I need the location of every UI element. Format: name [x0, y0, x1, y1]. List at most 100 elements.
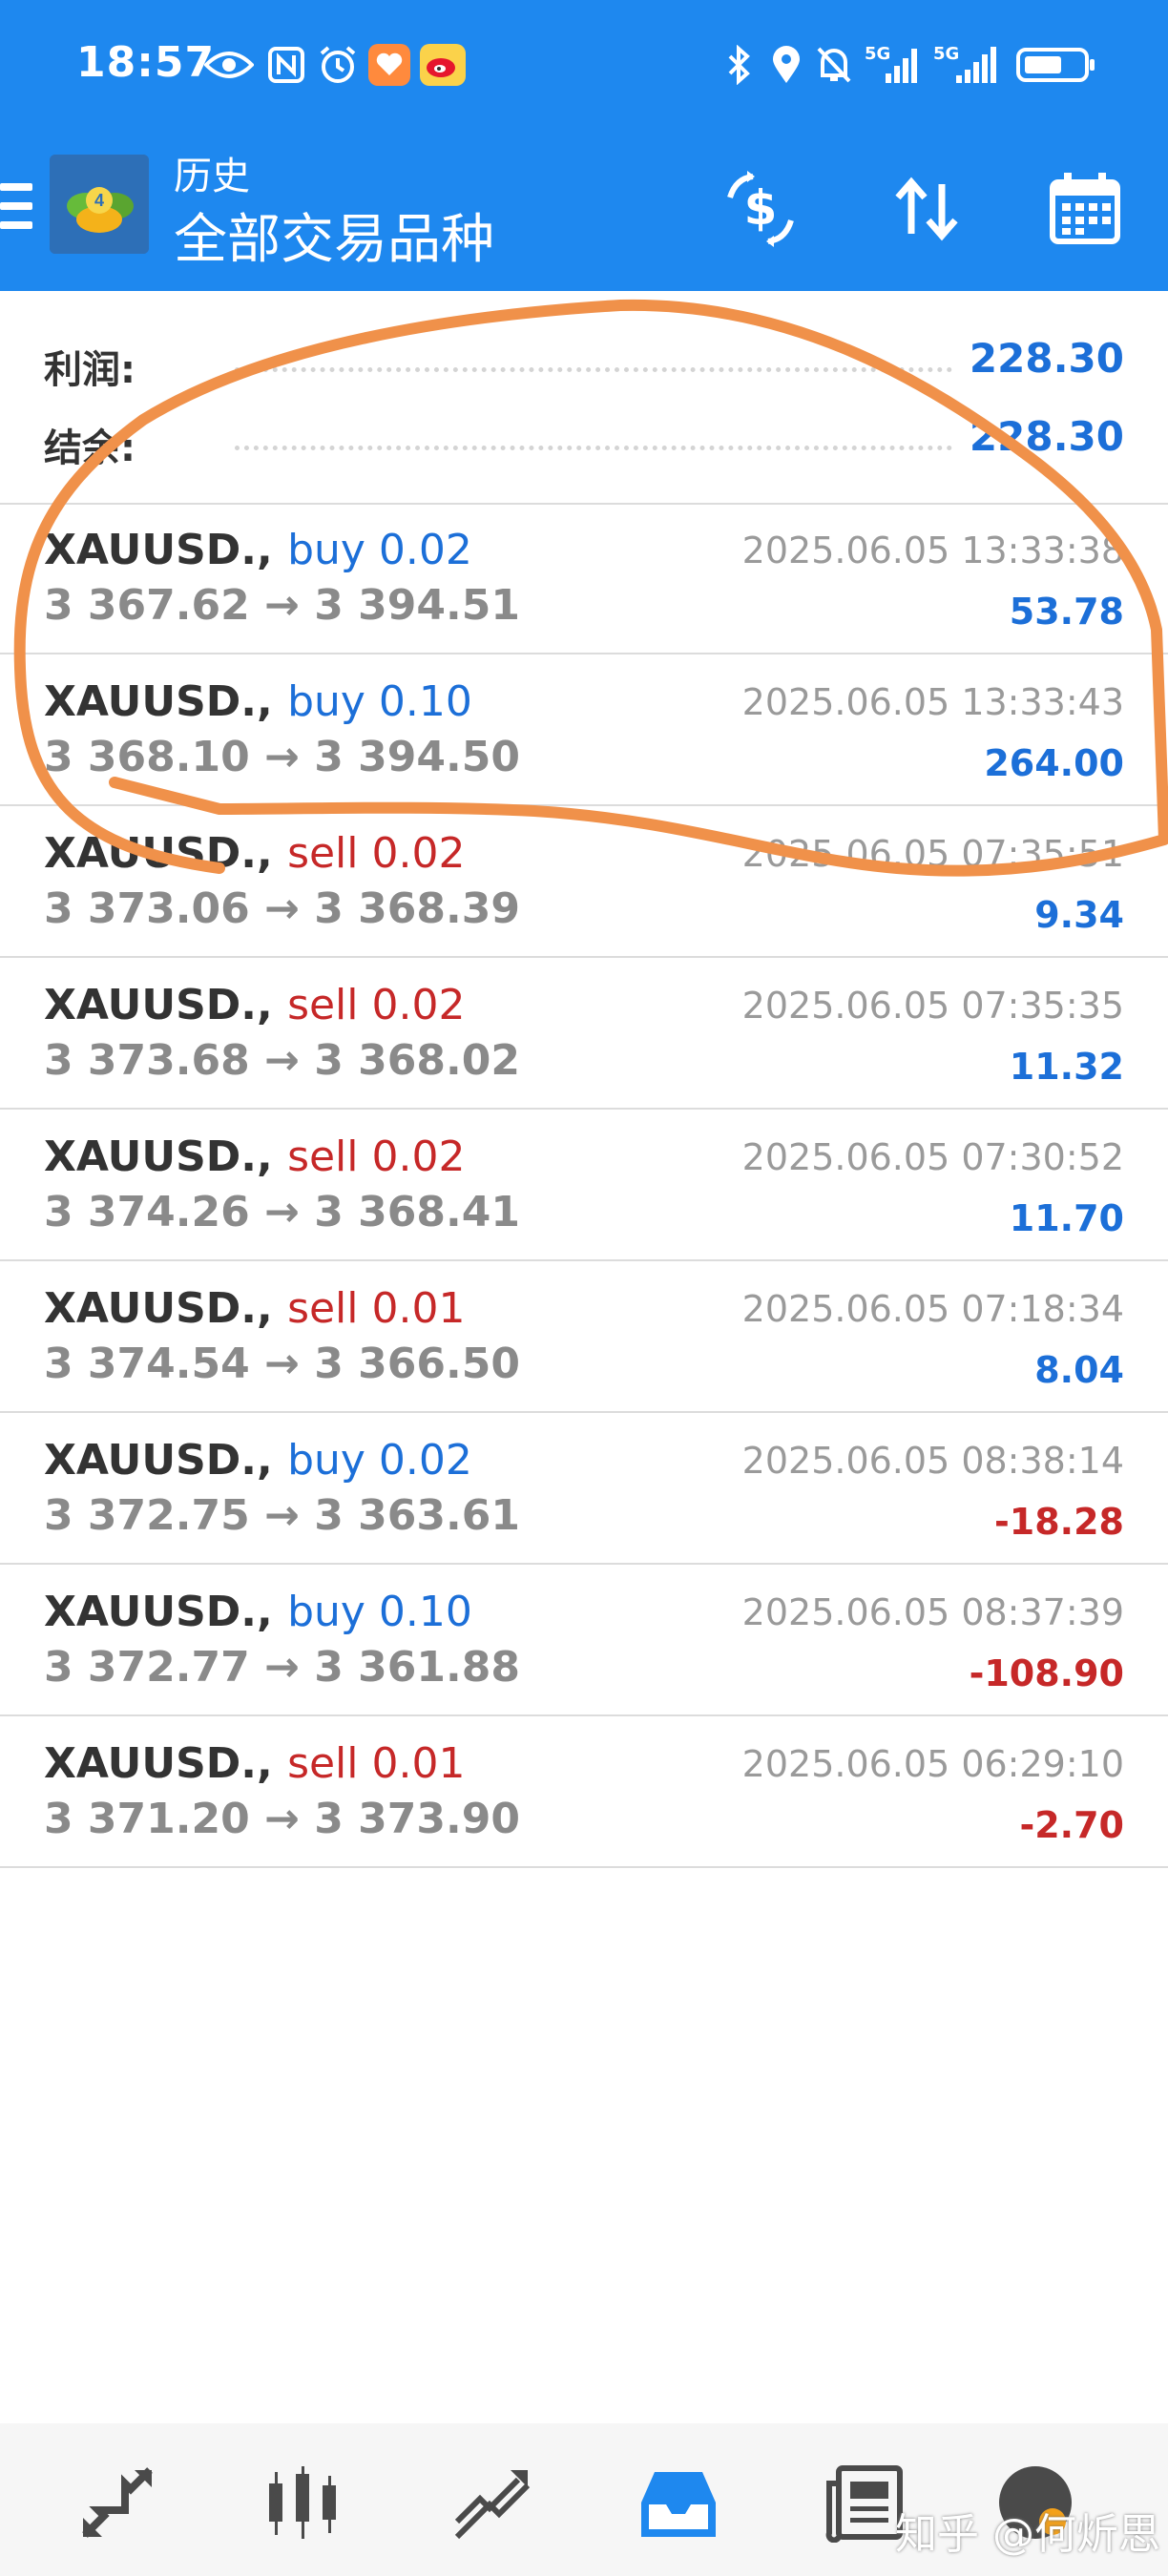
signal-label: 5G — [865, 44, 891, 64]
deal-direction: sell — [287, 981, 359, 1029]
deal-row[interactable]: XAUUSD., buy 0.02 3 367.62 → 3 394.51 2025… — [0, 503, 1168, 654]
profit-row: 利润: 228.30 — [44, 331, 1124, 398]
deal-profit: 8.04 — [1034, 1349, 1124, 1391]
deal-prices: 3 373.68 → 3 368.02 — [44, 1036, 520, 1085]
nfc-icon — [265, 44, 307, 86]
deal-profit: 264.00 — [984, 742, 1124, 784]
deal-direction: sell — [287, 1739, 359, 1788]
deal-symbol: XAUUSD., buy 0.02 — [44, 526, 472, 574]
deal-prices: 3 374.26 → 3 368.41 — [44, 1188, 520, 1236]
bluetooth-icon — [725, 44, 752, 86]
deal-type: buy 0.10 — [287, 677, 472, 726]
deal-volume: 0.01 — [371, 1739, 466, 1788]
deal-type: sell 0.02 — [287, 1132, 465, 1181]
history-summary: 利润: 228.30 结余: 228.30 — [0, 291, 1168, 505]
deal-time: 2025.06.05 13:33:43 — [741, 681, 1124, 723]
deal-profit: -18.28 — [994, 1501, 1124, 1543]
deal-direction: buy — [287, 526, 365, 574]
deal-direction: sell — [287, 1284, 359, 1333]
deal-type: sell 0.01 — [287, 1739, 465, 1788]
symbol-filter[interactable]: 全部交易品种 — [174, 197, 494, 274]
deal-row[interactable]: XAUUSD., sell 0.02 3 373.68 → 3 368.02 202… — [0, 958, 1168, 1110]
symbol-name: XAUUSD., — [44, 1588, 273, 1636]
deal-time: 2025.06.05 06:29:10 — [741, 1743, 1124, 1785]
deal-type: buy 0.02 — [287, 1436, 472, 1485]
deal-row[interactable]: XAUUSD., buy 0.10 3 372.77 → 3 361.88 2025… — [0, 1565, 1168, 1716]
deal-type: sell 0.02 — [287, 981, 465, 1029]
battery-icon — [1015, 44, 1097, 86]
profit-label: 利润: — [44, 348, 136, 392]
symbol-name: XAUUSD., — [44, 829, 273, 878]
deal-row[interactable]: XAUUSD., buy 0.10 3 368.10 → 3 394.50 2025… — [0, 654, 1168, 806]
toolbar-title: 历史 — [174, 155, 250, 198]
mute-icon — [815, 44, 853, 86]
deal-time: 2025.06.05 08:37:39 — [741, 1591, 1124, 1633]
signal-label: 5G — [933, 44, 960, 64]
deals-list: XAUUSD., buy 0.02 3 367.62 → 3 394.51 2025… — [0, 503, 1168, 1868]
deal-volume: 0.10 — [378, 1588, 472, 1636]
svg-text:$: $ — [744, 180, 778, 236]
deal-row[interactable]: XAUUSD., buy 0.02 3 372.75 → 3 363.61 2025… — [0, 1413, 1168, 1565]
symbol-name: XAUUSD., — [44, 677, 273, 726]
deal-prices: 3 372.77 → 3 361.88 — [44, 1643, 520, 1692]
deal-row[interactable]: XAUUSD., sell 0.01 3 374.54 → 3 366.50 202… — [0, 1261, 1168, 1413]
watermark: 知乎 @何炘思 — [895, 2510, 1160, 2559]
symbol-name: XAUUSD., — [44, 1739, 273, 1788]
deal-volume: 0.02 — [371, 1132, 466, 1181]
deal-volume: 0.02 — [371, 829, 466, 878]
profit-value: 228.30 — [969, 335, 1124, 382]
sort-icon[interactable] — [884, 166, 970, 252]
status-time: 18:57 — [76, 38, 216, 87]
svg-text:4: 4 — [94, 191, 104, 210]
deal-time: 2025.06.05 08:38:14 — [741, 1440, 1124, 1482]
alarm-icon — [317, 44, 359, 86]
balance-value: 228.30 — [969, 413, 1124, 460]
heart-app-icon — [368, 44, 410, 86]
deal-prices: 3 368.10 → 3 394.50 — [44, 733, 520, 781]
deal-direction: sell — [287, 1132, 359, 1181]
menu-icon[interactable] — [0, 183, 32, 237]
deal-volume: 0.02 — [371, 981, 466, 1029]
deal-type: sell 0.01 — [287, 1284, 465, 1333]
calendar-icon[interactable] — [1042, 166, 1128, 252]
deal-profit: -108.90 — [969, 1652, 1124, 1694]
symbol-name: XAUUSD., — [44, 1132, 273, 1181]
bottom-nav: 知乎 @何炘思 — [0, 2423, 1168, 2576]
deal-prices: 3 371.20 → 3 373.90 — [44, 1795, 520, 1843]
deal-direction: sell — [287, 829, 359, 878]
deal-prices: 3 373.06 → 3 368.39 — [44, 884, 520, 933]
deal-direction: buy — [287, 677, 365, 726]
symbol-name: XAUUSD., — [44, 526, 273, 574]
currency-exchange-icon[interactable]: $ — [718, 166, 803, 252]
deal-volume: 0.10 — [378, 677, 472, 726]
deal-direction: buy — [287, 1436, 365, 1485]
balance-row: 结余: 228.30 — [44, 409, 1124, 476]
deal-row[interactable]: XAUUSD., sell 0.02 3 374.26 → 3 368.41 202… — [0, 1110, 1168, 1261]
deal-time: 2025.06.05 07:30:52 — [741, 1136, 1124, 1178]
deal-type: buy 0.02 — [287, 526, 472, 574]
deal-prices: 3 374.54 → 3 366.50 — [44, 1340, 520, 1388]
deal-row[interactable]: XAUUSD., sell 0.01 3 371.20 → 3 373.90 202… — [0, 1716, 1168, 1868]
deal-time: 2025.06.05 07:35:51 — [741, 833, 1124, 875]
quotes-icon[interactable] — [74, 2460, 160, 2545]
deal-time: 2025.06.05 07:18:34 — [741, 1288, 1124, 1330]
history-icon[interactable] — [636, 2460, 721, 2545]
deal-symbol: XAUUSD., buy 0.10 — [44, 677, 472, 726]
toolbar: 4 历史 全部交易品种 $ — [0, 134, 1168, 291]
location-icon — [769, 44, 803, 86]
deal-prices: 3 367.62 → 3 394.51 — [44, 581, 520, 630]
deal-symbol: XAUUSD., sell 0.02 — [44, 829, 465, 878]
balance-label: 结余: — [44, 426, 136, 470]
deal-symbol: XAUUSD., sell 0.02 — [44, 981, 465, 1029]
dotted-leader — [235, 446, 952, 450]
deal-profit: 11.32 — [1009, 1046, 1124, 1088]
eye-icon — [202, 44, 256, 86]
metatrader-logo-icon: 4 — [50, 155, 149, 254]
symbol-name: XAUUSD., — [44, 981, 273, 1029]
chart-icon[interactable] — [261, 2460, 347, 2545]
deal-row[interactable]: XAUUSD., sell 0.02 3 373.06 → 3 368.39 202… — [0, 806, 1168, 958]
status-bar: 18:57 5G 5G — [0, 0, 1168, 134]
trade-icon[interactable] — [448, 2460, 534, 2545]
deal-profit: -2.70 — [1019, 1804, 1124, 1846]
deal-symbol: XAUUSD., sell 0.01 — [44, 1739, 465, 1788]
